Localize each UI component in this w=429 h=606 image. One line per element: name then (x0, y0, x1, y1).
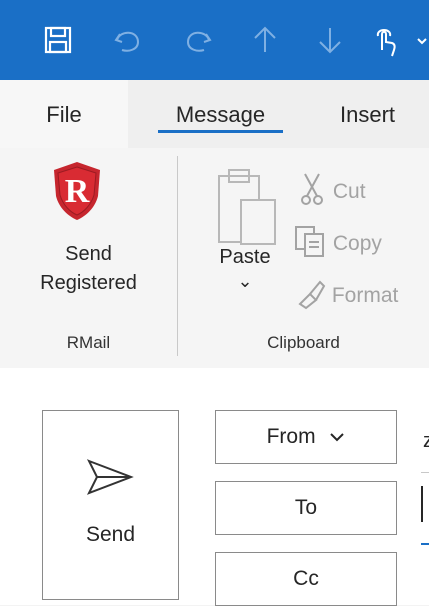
to-input-underline[interactable] (421, 543, 429, 545)
touch-mode-icon[interactable] (365, 20, 405, 60)
redo-icon[interactable] (178, 20, 218, 60)
rmail-group-label: RMail (66, 333, 111, 352)
text-cursor (421, 486, 423, 522)
format-painter-icon (296, 276, 326, 316)
rmail-shield-icon[interactable]: R (50, 160, 104, 222)
format-label: Format (331, 284, 399, 307)
format-painter-button[interactable]: Format (296, 276, 398, 316)
send-registered-line1: Send (65, 243, 112, 265)
compose-area: Send From z To Cc (0, 368, 429, 606)
undo-icon[interactable] (108, 20, 148, 60)
ribbon: R Send Registered RMail Paste ⌄ Cut Copy… (0, 148, 429, 368)
from-label: From (266, 425, 316, 448)
copy-icon (293, 224, 327, 264)
customize-chevron-icon[interactable] (412, 20, 429, 60)
copy-label: Copy (332, 232, 382, 255)
scissors-icon (297, 172, 327, 212)
group-separator (177, 156, 178, 356)
cut-button[interactable]: Cut (297, 172, 366, 212)
paste-chevron-icon: ⌄ (237, 271, 253, 291)
send-label: Send (85, 523, 136, 546)
paste-button[interactable]: Paste ⌄ (205, 246, 285, 292)
from-button[interactable]: From (215, 410, 397, 464)
tab-file[interactable]: File (0, 80, 128, 148)
copy-button[interactable]: Copy (293, 224, 382, 264)
from-field-line (421, 472, 429, 473)
paste-label: Paste (219, 246, 271, 268)
send-registered-button[interactable]: Send Registered (0, 243, 177, 295)
selected-tab-indicator (158, 130, 283, 133)
send-button[interactable]: Send (42, 410, 179, 600)
quick-access-toolbar (0, 0, 429, 80)
cc-button[interactable]: Cc (215, 552, 397, 606)
ribbon-tabs: File Message Insert (0, 80, 429, 148)
send-icon (85, 457, 135, 497)
send-registered-line2: Registered (40, 272, 137, 294)
from-chevron-icon (329, 411, 345, 463)
tab-message-label: Message (175, 102, 266, 127)
up-arrow-icon[interactable] (245, 20, 285, 60)
from-address-text: z (423, 430, 429, 452)
to-button[interactable]: To (215, 481, 397, 535)
paste-icon[interactable] (205, 166, 280, 251)
tab-message[interactable]: Message (158, 80, 283, 148)
rmail-logo-letter: R (65, 173, 90, 210)
cut-label: Cut (332, 180, 366, 203)
tab-insert[interactable]: Insert (340, 80, 429, 148)
clipboard-group-label: Clipboard (267, 333, 340, 352)
down-arrow-icon[interactable] (310, 20, 350, 60)
save-icon[interactable] (38, 20, 78, 60)
